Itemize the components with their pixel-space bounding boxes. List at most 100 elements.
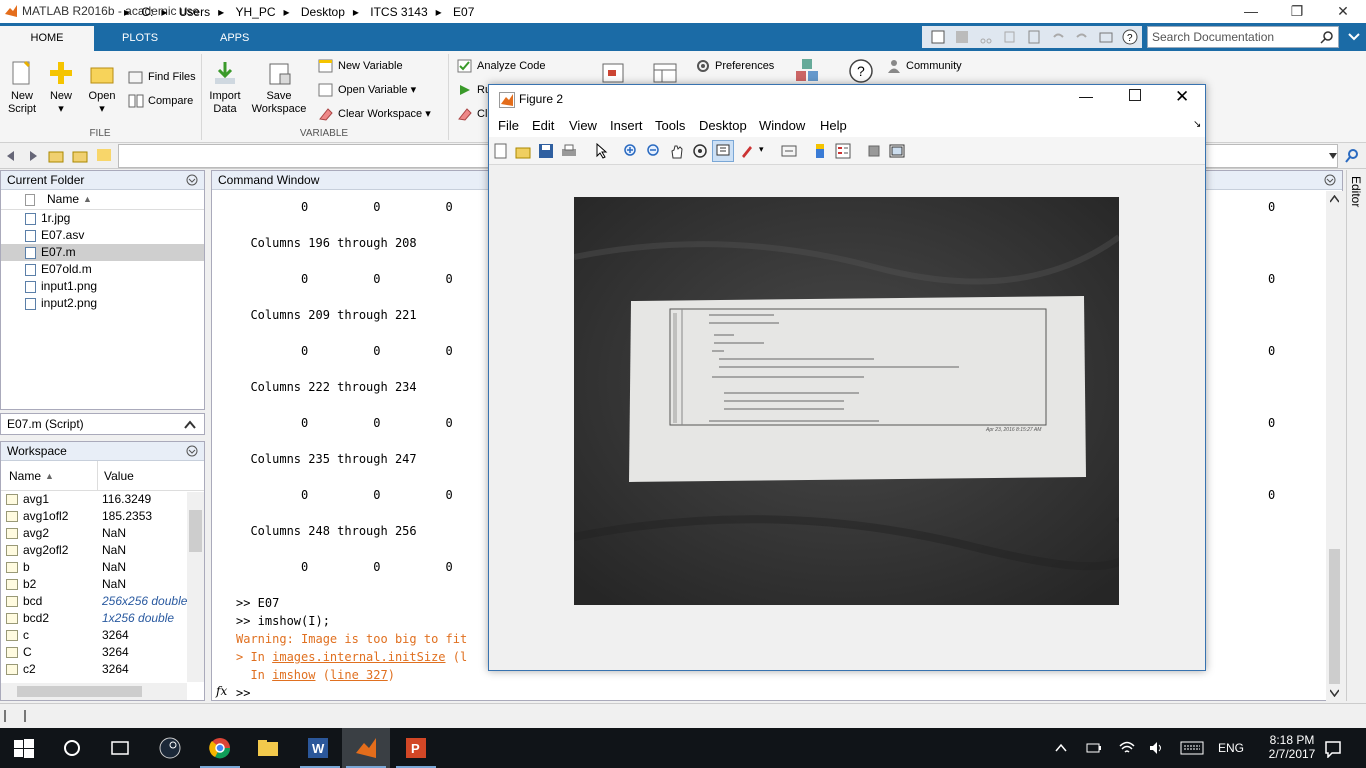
keyboard-icon[interactable] [1180,740,1204,756]
panel-menu-icon[interactable] [186,445,198,457]
workspace-variable-row[interactable]: avg2ofl2 NaN [1,542,204,559]
clock[interactable]: 8:18 PM 2/7/2017 [1262,733,1322,761]
initsize-link[interactable]: images.internal.initSize [272,650,445,664]
search-icon[interactable] [1320,30,1334,44]
add-ons-icon[interactable] [794,57,822,85]
show-hidden-icons-icon[interactable] [1054,741,1068,755]
workspace-variable-row[interactable]: avg1ofl2 185.2353 [1,508,204,525]
breadcrumb-users[interactable]: Users [179,5,210,19]
menu-edit[interactable]: Edit [532,118,554,133]
scrollbar-thumb[interactable] [189,510,202,552]
shortcut-icon[interactable] [930,29,946,45]
save-icon[interactable] [954,29,970,45]
find-files-button[interactable]: Find Files [128,67,208,87]
command-window-scrollbar[interactable] [1326,191,1343,701]
back-arrow-icon[interactable] [4,149,18,163]
wifi-icon[interactable] [1118,739,1136,757]
workspace-variable-row[interactable]: b2 NaN [1,576,204,593]
imshow-link[interactable]: imshow [272,668,315,682]
close-icon[interactable]: ✕ [1320,0,1366,23]
search-documentation-input[interactable]: Search Documentation [1147,26,1339,48]
community-button[interactable]: Community [886,56,986,76]
dock-arrow-icon[interactable]: ↘ [1193,119,1201,130]
browse-folder-icon[interactable] [72,148,88,164]
rotate-3d-icon[interactable] [692,143,708,159]
scrollbar-thumb[interactable] [1329,549,1340,684]
workspace-variable-row[interactable]: bcd2 1x256 double [1,610,204,627]
compare-button[interactable]: Compare [128,91,208,111]
workspace-variable-row[interactable]: bcd 256x256 double [1,593,204,610]
new-script-button[interactable]: New Script [4,56,40,116]
folder-column-header[interactable]: Name ▲ [1,190,204,210]
open-variable-button[interactable]: Open Variable ▾ [318,80,438,100]
open-button[interactable]: Open ▾ [86,56,118,116]
search-folder-icon[interactable] [1344,148,1360,164]
workspace-variable-row[interactable]: b NaN [1,559,204,576]
line-327-link[interactable]: line 327 [330,668,388,682]
panel-menu-icon[interactable] [186,174,198,186]
zoom-out-icon[interactable] [646,143,662,159]
save-figure-icon[interactable] [538,143,554,159]
panel-menu-icon[interactable] [1324,174,1336,186]
brush-icon[interactable] [739,143,755,159]
file-item[interactable]: input2.png [1,295,204,312]
horizontal-scrollbar[interactable] [1,683,187,700]
function-browser-icon[interactable]: fx [216,684,227,698]
file-item[interactable]: E07.asv [1,227,204,244]
figure-minimize-icon[interactable]: — [1079,88,1093,104]
breadcrumb-c[interactable]: C: [141,5,153,19]
battery-icon[interactable] [1085,740,1103,756]
layout-icon[interactable] [652,60,678,86]
file-item[interactable]: E07.m [1,244,204,261]
workspace-variable-row[interactable]: C 3264 [1,644,204,661]
windows-start-icon[interactable] [12,736,36,760]
switch-windows-icon[interactable] [1098,29,1114,45]
show-plot-tools-icon[interactable] [889,143,905,159]
matlab-taskbar-button-active[interactable] [342,728,390,768]
file-explorer-icon[interactable] [256,736,280,760]
workspace-variable-row[interactable]: c2 3264 [1,661,204,678]
cut-icon[interactable] [978,29,994,45]
link-plot-icon[interactable] [781,143,797,159]
help-icon[interactable]: ? [1122,29,1138,45]
scrollbar-thumb[interactable] [17,686,142,697]
word-icon[interactable]: W [306,736,330,760]
clear-commands-button[interactable]: Cl [457,104,489,124]
cortana-search-icon[interactable] [60,736,84,760]
copy-icon[interactable] [1002,29,1018,45]
run-and-time-button[interactable]: Ru [457,80,491,100]
restore-icon[interactable]: ❐ [1274,0,1320,23]
volume-icon[interactable] [1148,739,1166,757]
minimize-icon[interactable]: — [1228,0,1274,23]
vertical-scrollbar[interactable] [187,492,204,682]
up-folder-icon[interactable] [48,148,64,164]
menu-desktop[interactable]: Desktop [699,118,747,133]
action-center-icon[interactable] [1324,740,1342,758]
brush-dropdown-icon[interactable]: ▾ [759,144,764,155]
figure-maximize-icon[interactable] [1129,89,1141,101]
workspace-variable-row[interactable]: C2 3264 [1,678,204,681]
zoom-in-icon[interactable] [623,143,639,159]
path-dropdown-icon[interactable] [1328,151,1338,161]
figure-window[interactable]: Figure 2 — ✕ File Edit View Insert Tools… [488,84,1206,671]
editor-side-tab[interactable]: Editor [1346,170,1366,701]
redo-icon[interactable] [1074,29,1090,45]
preferences-button[interactable]: Preferences [695,56,785,76]
file-item[interactable]: E07old.m [1,261,204,278]
breadcrumb-desktop[interactable]: Desktop [301,5,345,19]
new-variable-button[interactable]: New Variable [318,56,438,76]
workspace-variable-row[interactable]: avg2 NaN [1,525,204,542]
ws-name-column[interactable]: Name [9,461,41,491]
menu-insert[interactable]: Insert [610,118,643,133]
figure-close-icon[interactable]: ✕ [1175,87,1189,107]
chrome-icon[interactable] [208,736,232,760]
data-cursor-button-active[interactable] [712,140,734,162]
undo-icon[interactable] [1050,29,1066,45]
file-item[interactable]: 1r.jpg [1,210,204,227]
task-view-icon[interactable] [108,736,132,760]
details-bar[interactable]: E07.m (Script) [0,413,205,435]
print-icon[interactable] [561,143,577,159]
help-icon[interactable]: ? [848,58,874,84]
forward-arrow-icon[interactable] [26,149,40,163]
chevron-up-icon[interactable] [184,420,196,430]
